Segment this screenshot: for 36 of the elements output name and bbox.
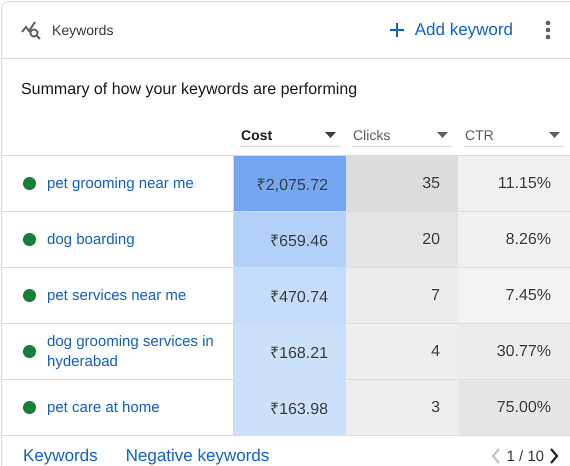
keyword-link[interactable]: dog boarding bbox=[47, 230, 135, 250]
table-cell: 20 bbox=[346, 212, 458, 267]
table-cell: ₹470.74 bbox=[234, 268, 346, 323]
add-keyword-button[interactable]: Add keyword bbox=[384, 16, 517, 44]
page-indicator: 1 / 10 bbox=[506, 448, 544, 464]
table-cell: 35 bbox=[346, 156, 458, 211]
more-options-icon[interactable] bbox=[543, 18, 553, 42]
table-cell: 7.45% bbox=[458, 268, 570, 323]
dropdown-caret-icon bbox=[325, 132, 336, 138]
table-cell: ₹659.46 bbox=[234, 212, 346, 267]
dropdown-caret-icon bbox=[549, 132, 560, 138]
keyword-link[interactable]: pet care at home bbox=[47, 398, 160, 418]
column-header[interactable]: CTR bbox=[464, 123, 564, 147]
keyword-link[interactable]: pet services near me bbox=[47, 286, 186, 306]
dropdown-caret-icon bbox=[437, 132, 448, 138]
trend-search-icon bbox=[21, 20, 43, 40]
column-header[interactable]: Cost bbox=[240, 123, 340, 147]
keyword-link[interactable]: pet grooming near me bbox=[47, 174, 194, 194]
table-cell: ₹163.98 bbox=[234, 380, 346, 435]
plus-icon bbox=[388, 22, 405, 38]
next-page-icon[interactable] bbox=[548, 447, 560, 465]
tab-link[interactable]: Negative keywords bbox=[126, 446, 270, 466]
table-cell: 4 bbox=[346, 324, 458, 379]
table-cell: 11.15% bbox=[458, 156, 570, 211]
card-title: Keywords bbox=[52, 22, 114, 38]
table-cell: ₹168.21 bbox=[234, 324, 346, 379]
keyword-link[interactable]: dog grooming services in hyderabad bbox=[47, 332, 217, 372]
summary-heading: Summary of how your keywords are performing bbox=[20, 80, 358, 100]
table-cell: 30.77% bbox=[458, 324, 570, 379]
table-cell: 3 bbox=[346, 380, 458, 435]
table-cell: 75.00% bbox=[458, 380, 570, 435]
table-cell: ₹2,075.72 bbox=[234, 156, 346, 211]
column-header[interactable]: Clicks bbox=[352, 123, 452, 147]
table-cell: 8.26% bbox=[458, 212, 570, 267]
table-cell: 7 bbox=[346, 268, 458, 323]
tab-link[interactable]: Keywords bbox=[23, 446, 98, 466]
